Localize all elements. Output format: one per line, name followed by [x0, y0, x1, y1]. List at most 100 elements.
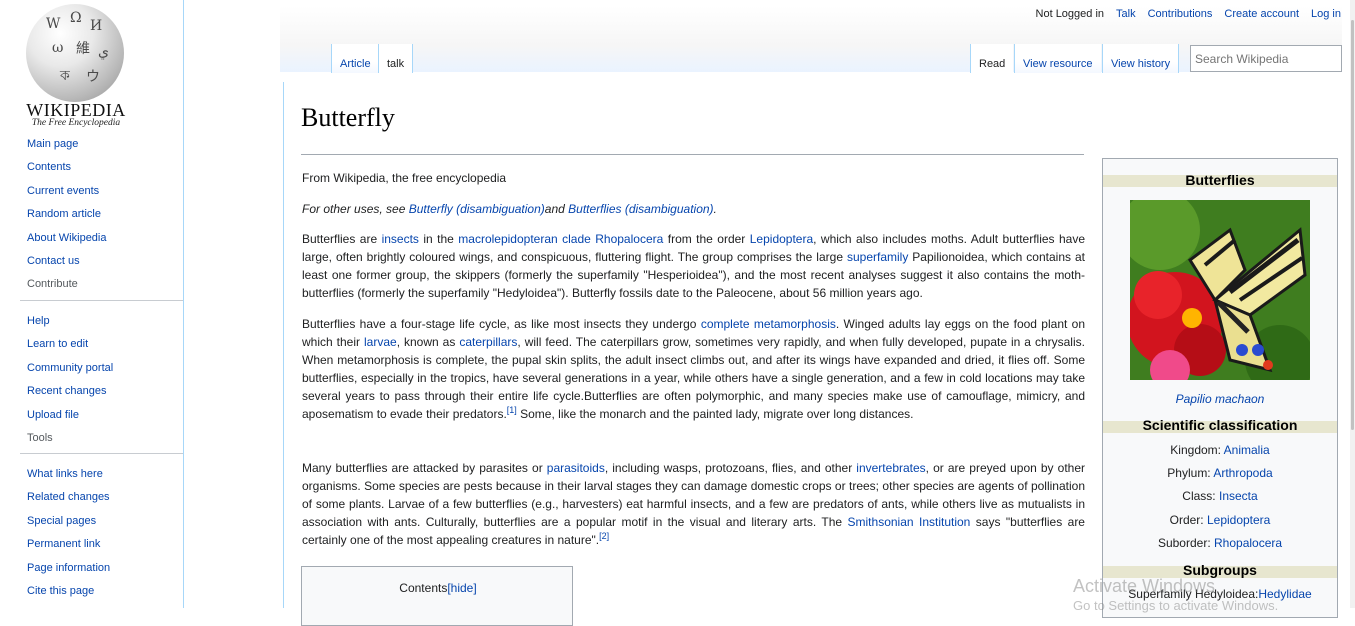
taxonomy-row-suborder: Suborder: Rhopalocera	[1103, 536, 1337, 550]
sidebar-divider	[20, 300, 183, 301]
taxonomy-label: Kingdom:	[1170, 443, 1224, 457]
image-caption[interactable]: Papilio machaon	[1103, 392, 1337, 406]
site-tagline: From Wikipedia, the free encyclopedia	[302, 171, 507, 185]
sidebar-item-contents[interactable]: Contents	[27, 160, 107, 183]
superfamily-link[interactable]: superfamily	[847, 250, 908, 264]
hatnote-text: and	[544, 202, 569, 216]
sidebar-item-main-page[interactable]: Main page	[27, 137, 107, 160]
login-link[interactable]: Log in	[1311, 8, 1341, 20]
sidebar-item-cite-this-page[interactable]: Cite this page	[27, 584, 110, 607]
talk-link[interactable]: Talk	[1116, 8, 1136, 20]
swallowtail-butterfly-icon	[1130, 200, 1310, 380]
scrollbar-thumb[interactable]	[1351, 20, 1354, 430]
text: Some, like the monarch and the painted l…	[516, 407, 914, 421]
sidebar-item-random-article[interactable]: Random article	[27, 207, 107, 230]
taxonomy-link[interactable]: Lepidoptera	[1207, 513, 1270, 527]
text: Butterflies have a four-stage life cycle…	[302, 317, 701, 331]
metamorphosis-link[interactable]: complete metamorphosis	[701, 317, 836, 331]
paragraph-intro: Butterflies are insects in the macrolepi…	[302, 230, 1085, 302]
taxonomy-row-order: Order: Lepidoptera	[1103, 513, 1337, 527]
sidebar-divider	[20, 453, 183, 454]
puzzle-globe-icon: W Ω И ω 維 ي ক ウ	[26, 4, 124, 102]
toc-title: Contents[hide]	[302, 581, 574, 595]
taxonomy-row-phylum: Phylum: Arthropoda	[1103, 466, 1337, 480]
sidebar-item-learn-to-edit[interactable]: Learn to edit	[27, 337, 113, 360]
sidebar-item-related-changes[interactable]: Related changes	[27, 490, 110, 513]
taxonomy-label: Suborder:	[1157, 536, 1214, 550]
text: Butterflies are	[302, 232, 382, 246]
sidebar-item-recent-changes[interactable]: Recent changes	[27, 384, 113, 407]
classification-title: Scientific classification	[1142, 417, 1298, 433]
text: , known as	[396, 335, 460, 349]
sidebar-heading-contribute: Contribute	[27, 278, 78, 291]
larvae-link[interactable]: larvae	[364, 335, 397, 349]
reference-link[interactable]: [1]	[507, 405, 517, 415]
search-input[interactable]	[1190, 45, 1342, 72]
caterpillars-link[interactable]: caterpillars	[459, 335, 517, 349]
infobox: Butterflies Papilio machaon Scientific c…	[1102, 158, 1338, 618]
disambiguation-link[interactable]: Butterfly (disambiguation)	[409, 202, 545, 216]
taxonomy-label: Class:	[1182, 489, 1219, 503]
infobox-title: Butterflies	[1185, 172, 1255, 188]
create-account-link[interactable]: Create account	[1224, 8, 1299, 20]
wikipedia-logo[interactable]: W Ω И ω 維 ي ক ウ Wikipedia The Free Encyc…	[18, 2, 130, 130]
sidebar-item-special-pages[interactable]: Special pages	[27, 514, 110, 537]
parasitoids-link[interactable]: parasitoids	[547, 461, 605, 475]
tab-view-resource[interactable]: View resource	[1014, 44, 1101, 73]
taxonomy-link[interactable]: Animalia	[1224, 443, 1270, 457]
toc-hide-toggle[interactable]: [hide]	[447, 581, 476, 595]
smithsonian-link[interactable]: Smithsonian Institution	[848, 515, 971, 529]
activate-windows-subtext: Go to Settings to activate Windows.	[1073, 598, 1279, 613]
reference-link[interactable]: [2]	[599, 531, 609, 541]
sidebar-item-contact[interactable]: Contact us	[27, 254, 107, 277]
tab-view-history[interactable]: View history	[1102, 44, 1180, 73]
page-title: Butterfly	[301, 103, 395, 132]
sidebar: W Ω И ω 維 ي ক ウ Wikipedia The Free Encyc…	[0, 0, 184, 608]
taxonomy-link[interactable]: Rhopalocera	[1214, 536, 1282, 550]
paragraph-ecology: Many butterflies are attacked by parasit…	[302, 459, 1085, 549]
text: , including wasps, protozoans, flies, an…	[604, 461, 857, 475]
insects-link[interactable]: insects	[382, 232, 419, 246]
clade-link[interactable]: macrolepidopteran clade Rhopalocera	[458, 232, 663, 246]
hatnote-text: .	[713, 202, 717, 216]
interaction-list: Help Learn to edit Community portal Rece…	[27, 314, 113, 454]
contributions-link[interactable]: Contributions	[1148, 8, 1213, 20]
taxonomy-row-kingdom: Kingdom: Animalia	[1103, 443, 1337, 457]
activate-windows-watermark: Activate Windows	[1073, 576, 1216, 596]
text: in the	[418, 232, 459, 246]
tab-talk[interactable]: talk	[378, 44, 414, 73]
logo-tagline: The Free Encyclopedia	[31, 118, 121, 128]
text: from the order	[663, 232, 750, 246]
login-status: Not Logged in	[1035, 8, 1105, 20]
tab-read[interactable]: Read	[970, 44, 1014, 73]
butterfly-image[interactable]	[1130, 200, 1310, 380]
taxonomy-label: Order:	[1169, 513, 1207, 527]
nav-list: Main page Contents Current events Random…	[27, 137, 107, 301]
sidebar-item-help[interactable]: Help	[27, 314, 113, 337]
paragraph-life-cycle: Butterflies have a four-stage life cycle…	[302, 315, 1085, 423]
taxonomy-link[interactable]: Arthropoda	[1213, 466, 1272, 480]
toc-label: Contents	[399, 581, 448, 595]
sidebar-item-what-links-here[interactable]: What links here	[27, 467, 110, 490]
sidebar-item-page-information[interactable]: Page information	[27, 561, 110, 584]
sidebar-item-community-portal[interactable]: Community portal	[27, 361, 113, 384]
sidebar-item-permanent-link[interactable]: Permanent link	[27, 537, 110, 560]
tab-article[interactable]: Article	[331, 44, 379, 73]
taxonomy-row-class: Class: Insecta	[1103, 489, 1337, 503]
sidebar-item-current-events[interactable]: Current events	[27, 184, 107, 207]
title-divider	[301, 154, 1084, 155]
lepidoptera-link[interactable]: Lepidoptera	[750, 232, 813, 246]
tools-list: What links here Related changes Special …	[27, 467, 110, 607]
hatnote: For other uses, see Butterfly (disambigu…	[302, 202, 717, 216]
sidebar-item-about[interactable]: About Wikipedia	[27, 231, 107, 254]
table-of-contents: Contents[hide]	[301, 566, 573, 626]
hatnote-text: For other uses, see	[302, 202, 409, 216]
text: Many butterflies are attacked by parasit…	[302, 461, 547, 475]
taxonomy-link[interactable]: Insecta	[1219, 489, 1258, 503]
sidebar-item-upload-file[interactable]: Upload file	[27, 408, 113, 431]
invertebrates-link[interactable]: invertebrates	[856, 461, 925, 475]
taxonomy-label: Phylum:	[1167, 466, 1214, 480]
disambiguation-link[interactable]: Butterflies (disambiguation)	[568, 202, 713, 216]
sidebar-heading-tools: Tools	[27, 431, 53, 444]
personal-tools: Not Logged in Talk Contributions Create …	[1024, 8, 1341, 20]
